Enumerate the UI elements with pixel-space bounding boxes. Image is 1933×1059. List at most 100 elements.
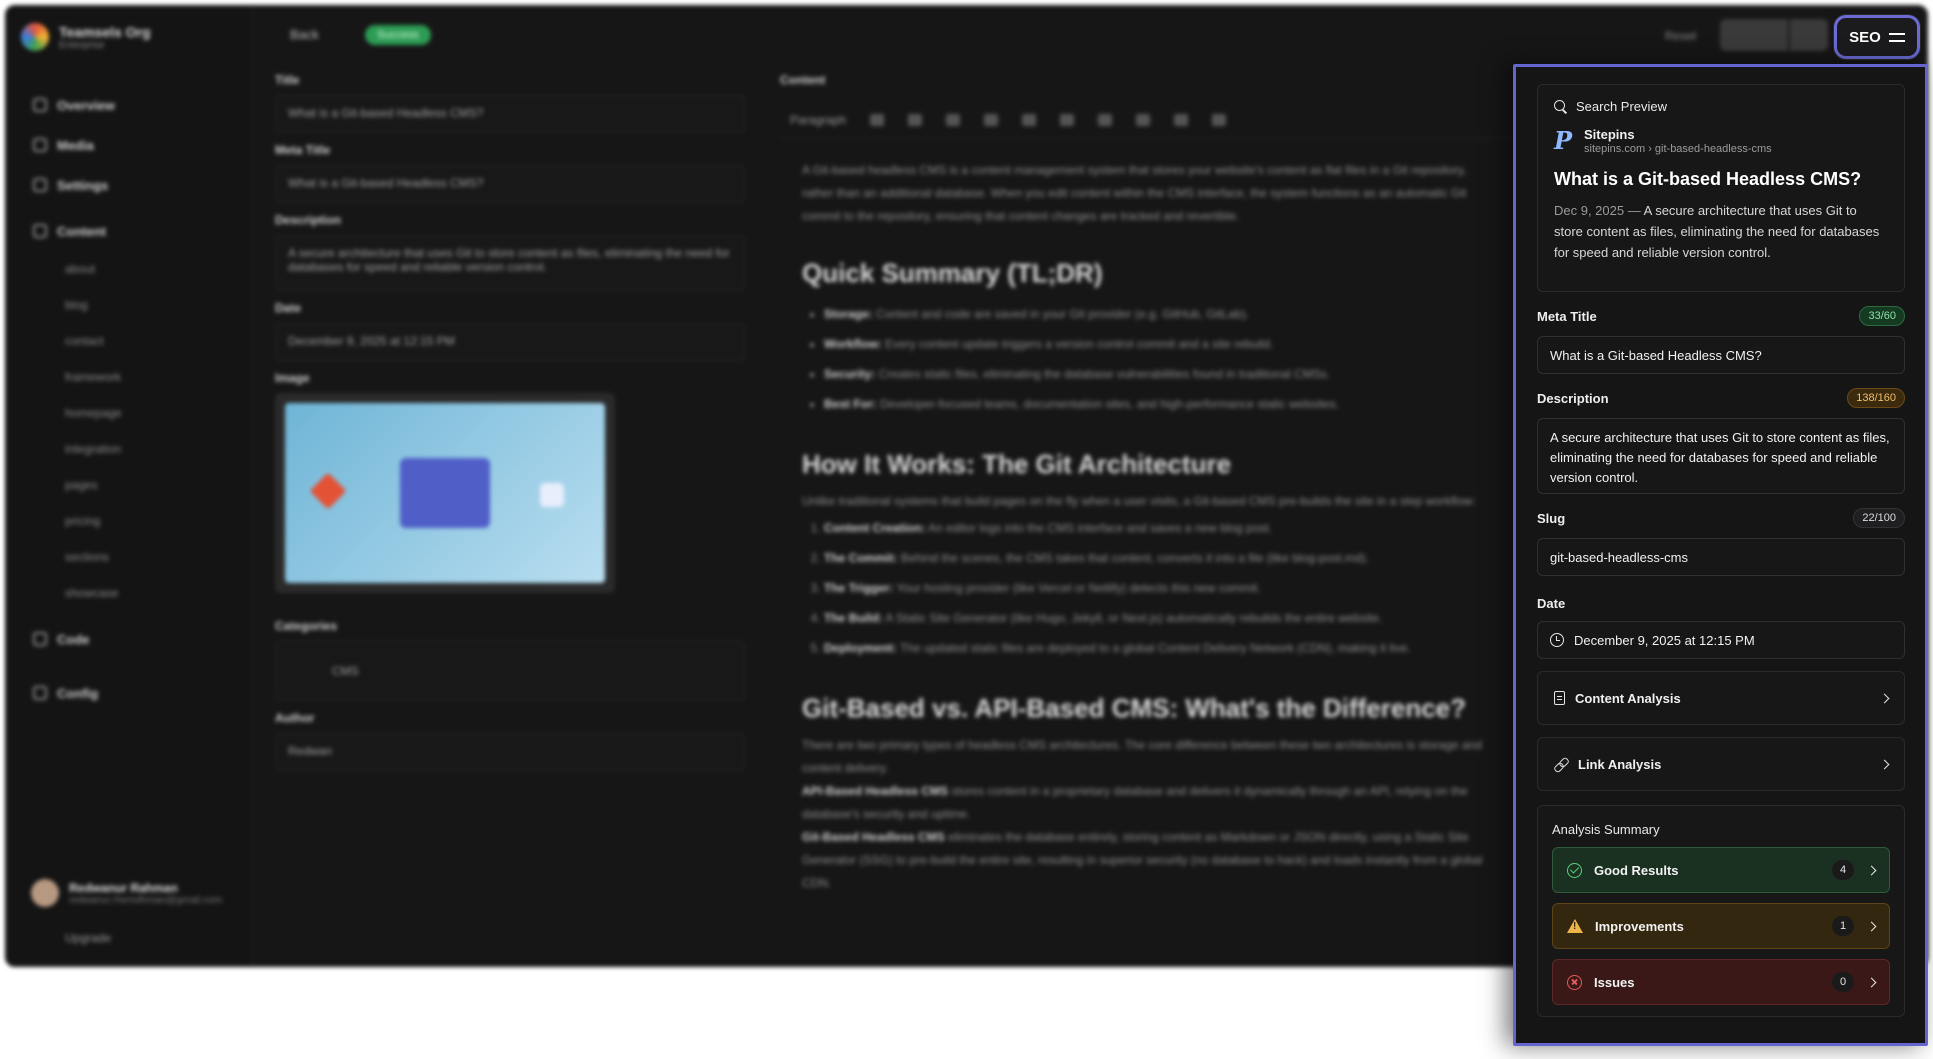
title-label: Title	[275, 73, 300, 87]
sidebar-item-label: Config	[57, 685, 99, 701]
meta-title-label: Meta Title	[275, 143, 331, 157]
list-icon[interactable]	[1022, 113, 1037, 126]
org-switcher[interactable]: Teamsels Org Enterprise	[21, 23, 151, 51]
italic-icon[interactable]	[1098, 113, 1113, 126]
analysis-summary-title: Analysis Summary	[1552, 822, 1660, 837]
content-page-item[interactable]: integration	[25, 431, 235, 467]
chevron-right-icon	[1879, 759, 1890, 769]
date-input[interactable]: December 9, 2025 at 12:15 PM	[275, 323, 745, 361]
strikethrough-icon[interactable]	[870, 113, 885, 126]
title-input[interactable]: What is a Git-based Headless CMS?	[275, 95, 745, 133]
table-icon[interactable]	[1174, 113, 1189, 126]
sidebar-item-code[interactable]: Code	[25, 619, 235, 659]
meta-title-input[interactable]: What is a Git-based Headless CMS?	[1537, 336, 1905, 374]
back-button[interactable]: Back	[290, 27, 319, 42]
content-page-item[interactable]: pricing	[25, 503, 235, 539]
publish-button[interactable]	[1720, 19, 1788, 51]
meta-title-header: Meta Title 33/60	[1537, 306, 1905, 326]
slug-input[interactable]: git-based-headless-cms	[1537, 538, 1905, 576]
description-input[interactable]: A secure architecture that uses Git to s…	[275, 235, 745, 291]
more-icon[interactable]	[1212, 113, 1227, 126]
issues-label: Issues	[1594, 974, 1635, 990]
featured-image-illustration	[285, 403, 605, 583]
sidebar-item-media[interactable]: Media	[25, 125, 235, 165]
user-name: Redwanur Rahman	[69, 880, 178, 895]
bold-icon[interactable]	[1060, 113, 1075, 126]
preview-site-row: P Sitepins sitepins.com › git-based-head…	[1554, 126, 1888, 155]
meta-title-input[interactable]: What is a Git-based Headless CMS?	[275, 165, 745, 203]
content-analysis-button[interactable]: Content Analysis	[1537, 671, 1905, 725]
sidebar: Teamsels Org Enterprise Overview Media S…	[5, 5, 253, 967]
reset-button[interactable]: Reset	[1665, 29, 1696, 43]
list-item: The Commit: Behind the scenes, the CMS t…	[824, 543, 1498, 573]
sidebar-item-overview[interactable]: Overview	[25, 85, 235, 125]
content-page-item[interactable]: blog	[25, 287, 235, 323]
content-page-item[interactable]: framework	[25, 359, 235, 395]
good-results-row[interactable]: Good Results 4	[1552, 847, 1890, 893]
image-label: Image	[275, 371, 310, 385]
search-icon	[1554, 99, 1568, 114]
date-value: December 9, 2025 at 12:15 PM	[1574, 632, 1755, 648]
date-picker[interactable]: December 9, 2025 at 12:15 PM	[1537, 621, 1905, 659]
content-page-item[interactable]: sections	[25, 539, 235, 575]
heading-summary: Quick Summary (TL;DR)	[802, 258, 1103, 288]
content-page-item[interactable]: showcase	[25, 575, 235, 611]
link-analysis-button[interactable]: Link Analysis	[1537, 737, 1905, 791]
upgrade-button[interactable]: Upgrade	[65, 931, 111, 945]
categories-label: Categories	[275, 619, 338, 633]
intro-paragraph: A Git-based headless CMS is a content ma…	[802, 163, 1467, 223]
content-label: Content	[780, 73, 826, 87]
sidebar-item-settings[interactable]: Settings	[25, 165, 235, 205]
sidebar-item-config[interactable]: Config	[25, 673, 235, 713]
screen: Teamsels Org Enterprise Overview Media S…	[0, 0, 1933, 1059]
check-circle-icon	[1567, 862, 1582, 878]
description-count-badge: 138/160	[1847, 388, 1905, 408]
image-icon[interactable]	[908, 113, 923, 126]
link-icon	[1554, 757, 1568, 771]
how-paragraph: Unlike traditional systems that build pa…	[802, 494, 1476, 508]
monitor-shape	[400, 458, 490, 528]
list-item: The Trigger: Your hosting provider (like…	[824, 573, 1498, 603]
list-item: Best For: Developer-focused teams, docum…	[824, 389, 1498, 419]
sidebar-item-label: Settings	[57, 177, 109, 193]
code-icon	[33, 632, 47, 646]
search-preview-heading: Search Preview	[1576, 99, 1668, 114]
preview-site-url: sitepins.com › git-based-headless-cms	[1584, 142, 1772, 155]
preview-title: What is a Git-based Headless CMS?	[1554, 169, 1862, 189]
sidebar-item-content[interactable]: Content	[25, 211, 235, 251]
content-page-item[interactable]: about	[25, 251, 235, 287]
gear-icon	[33, 178, 47, 192]
date-header: Date	[1537, 596, 1905, 611]
sidebar-item-label: Overview	[57, 97, 115, 113]
category-item[interactable]: CMS	[275, 641, 745, 701]
api-paragraph: API-Based Headless CMS stores content in…	[802, 784, 1468, 821]
document-body[interactable]: A Git-based headless CMS is a content ma…	[780, 139, 1520, 915]
content-page-item[interactable]: pages	[25, 467, 235, 503]
sidebar-nav: Overview Media Settings Content about bl…	[25, 85, 235, 713]
content-editor: Content Paragraph A Git-based headless C…	[780, 65, 1520, 915]
media-icon	[33, 138, 47, 152]
author-input[interactable]: Redwan	[275, 733, 745, 771]
heading-how: How It Works: The Git Architecture	[802, 449, 1232, 479]
good-results-label: Good Results	[1594, 862, 1679, 878]
user-email: redwanur.rhemdhman@gmail.com	[69, 894, 222, 906]
quote-icon[interactable]	[984, 113, 999, 126]
content-page-item[interactable]: contact	[25, 323, 235, 359]
description-label: Description	[1537, 390, 1609, 406]
code-icon[interactable]	[1136, 113, 1151, 126]
featured-image[interactable]	[275, 393, 615, 593]
description-textarea[interactable]: A secure architecture that uses Git to s…	[1537, 418, 1905, 494]
slug-header: Slug 22/100	[1537, 508, 1905, 528]
publish-options-button[interactable]	[1790, 19, 1828, 51]
search-preview-header: Search Preview	[1554, 99, 1888, 114]
content-page-item[interactable]: homepage	[25, 395, 235, 431]
sidebar-item-label: Media	[57, 137, 94, 153]
improvements-row[interactable]: Improvements 1	[1552, 903, 1890, 949]
git-paragraph: Git-Based Headless CMS eliminates the da…	[802, 830, 1483, 890]
slug-count-badge: 22/100	[1853, 508, 1905, 528]
seo-toggle-button[interactable]: SEO	[1834, 15, 1920, 59]
paragraph-select[interactable]: Paragraph	[790, 113, 846, 127]
user-menu[interactable]: Redwanur Rahman redwanur.rhemdhman@gmail…	[31, 879, 222, 907]
video-icon[interactable]	[946, 113, 961, 126]
issues-row[interactable]: Issues 0	[1552, 959, 1890, 1005]
